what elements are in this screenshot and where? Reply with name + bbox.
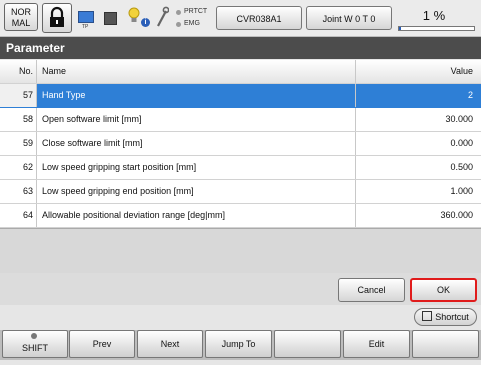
cancel-button[interactable]: Cancel	[338, 278, 405, 302]
shortcut-button[interactable]: Shortcut	[414, 308, 477, 326]
status-bar: NOR MAL TP i PRTCT EMG CVR038A1 Joint W …	[0, 0, 481, 37]
speed-override[interactable]: 1 %	[398, 8, 470, 23]
teach-pendant-icon	[78, 11, 94, 23]
info-icon: i	[141, 18, 150, 27]
wrench-icon	[157, 6, 169, 27]
mode-line-1: NOR	[11, 7, 31, 17]
mode-indicator[interactable]: NOR MAL	[4, 3, 38, 31]
emg-led	[176, 22, 181, 27]
program-button[interactable]: CVR038A1	[216, 6, 302, 30]
column-header-value: Value	[355, 60, 476, 83]
row-name: Close software limit [mm]	[42, 138, 143, 148]
fkey-blank-2[interactable]	[412, 330, 479, 358]
row-no: 59	[0, 132, 37, 155]
stop-icon	[104, 12, 117, 25]
row-name: Allowable positional deviation range [de…	[42, 210, 225, 220]
shift-indicator	[31, 333, 37, 339]
row-value: 360.000	[355, 204, 476, 227]
table-row[interactable]: 63 Low speed gripping end position [mm] …	[0, 180, 481, 204]
row-no: 57	[0, 84, 37, 107]
row-value: 2	[355, 84, 476, 107]
lamp-icon	[128, 7, 140, 22]
row-no: 62	[0, 156, 37, 179]
protect-label: PRTCT	[184, 8, 208, 15]
page-title: Parameter	[0, 37, 481, 59]
row-name: Low speed gripping end position [mm]	[42, 186, 194, 196]
table-row[interactable]: 64 Allowable positional deviation range …	[0, 204, 481, 228]
lock-button[interactable]	[42, 3, 72, 33]
fkey-edit[interactable]: Edit	[343, 330, 410, 358]
row-name: Open software limit [mm]	[42, 114, 142, 124]
row-value: 1.000	[355, 180, 476, 203]
speed-bar	[398, 26, 475, 31]
fkey-next[interactable]: Next	[137, 330, 203, 358]
table-header: No. Name Value	[0, 60, 481, 84]
column-header-no: No.	[0, 60, 37, 83]
shortcut-label: Shortcut	[435, 312, 469, 322]
mode-line-2: MAL	[11, 18, 31, 28]
parameter-table: No. Name Value 57 Hand Type 2 58 Open so…	[0, 60, 481, 228]
table-row[interactable]: 59 Close software limit [mm] 0.000	[0, 132, 481, 156]
table-row[interactable]: 57 Hand Type 2	[0, 84, 481, 108]
speed-bar-fill	[399, 27, 401, 30]
row-no: 64	[0, 204, 37, 227]
fkey-prev[interactable]: Prev	[69, 330, 135, 358]
lock-icon	[50, 6, 64, 27]
table-empty-area	[0, 228, 481, 273]
column-header-name: Name	[42, 66, 67, 76]
fkey-blank-1[interactable]	[274, 330, 341, 358]
emg-label: EMG	[184, 20, 200, 27]
row-name: Hand Type	[42, 90, 86, 100]
row-no: 58	[0, 108, 37, 131]
protect-led	[176, 10, 181, 15]
dialog-button-area	[0, 273, 481, 305]
tp-label: TP	[82, 24, 89, 30]
row-value: 0.000	[355, 132, 476, 155]
row-no: 63	[0, 180, 37, 203]
row-value: 0.500	[355, 156, 476, 179]
fkey-jump-to[interactable]: Jump To	[205, 330, 272, 358]
shortcut-icon	[422, 311, 433, 321]
table-row[interactable]: 62 Low speed gripping start position [mm…	[0, 156, 481, 180]
ok-button[interactable]: OK	[410, 278, 477, 302]
row-value: 30.000	[355, 108, 476, 131]
jog-mode-button[interactable]: Joint W 0 T 0	[306, 6, 392, 30]
row-name: Low speed gripping start position [mm]	[42, 162, 197, 172]
table-row[interactable]: 58 Open software limit [mm] 30.000	[0, 108, 481, 132]
